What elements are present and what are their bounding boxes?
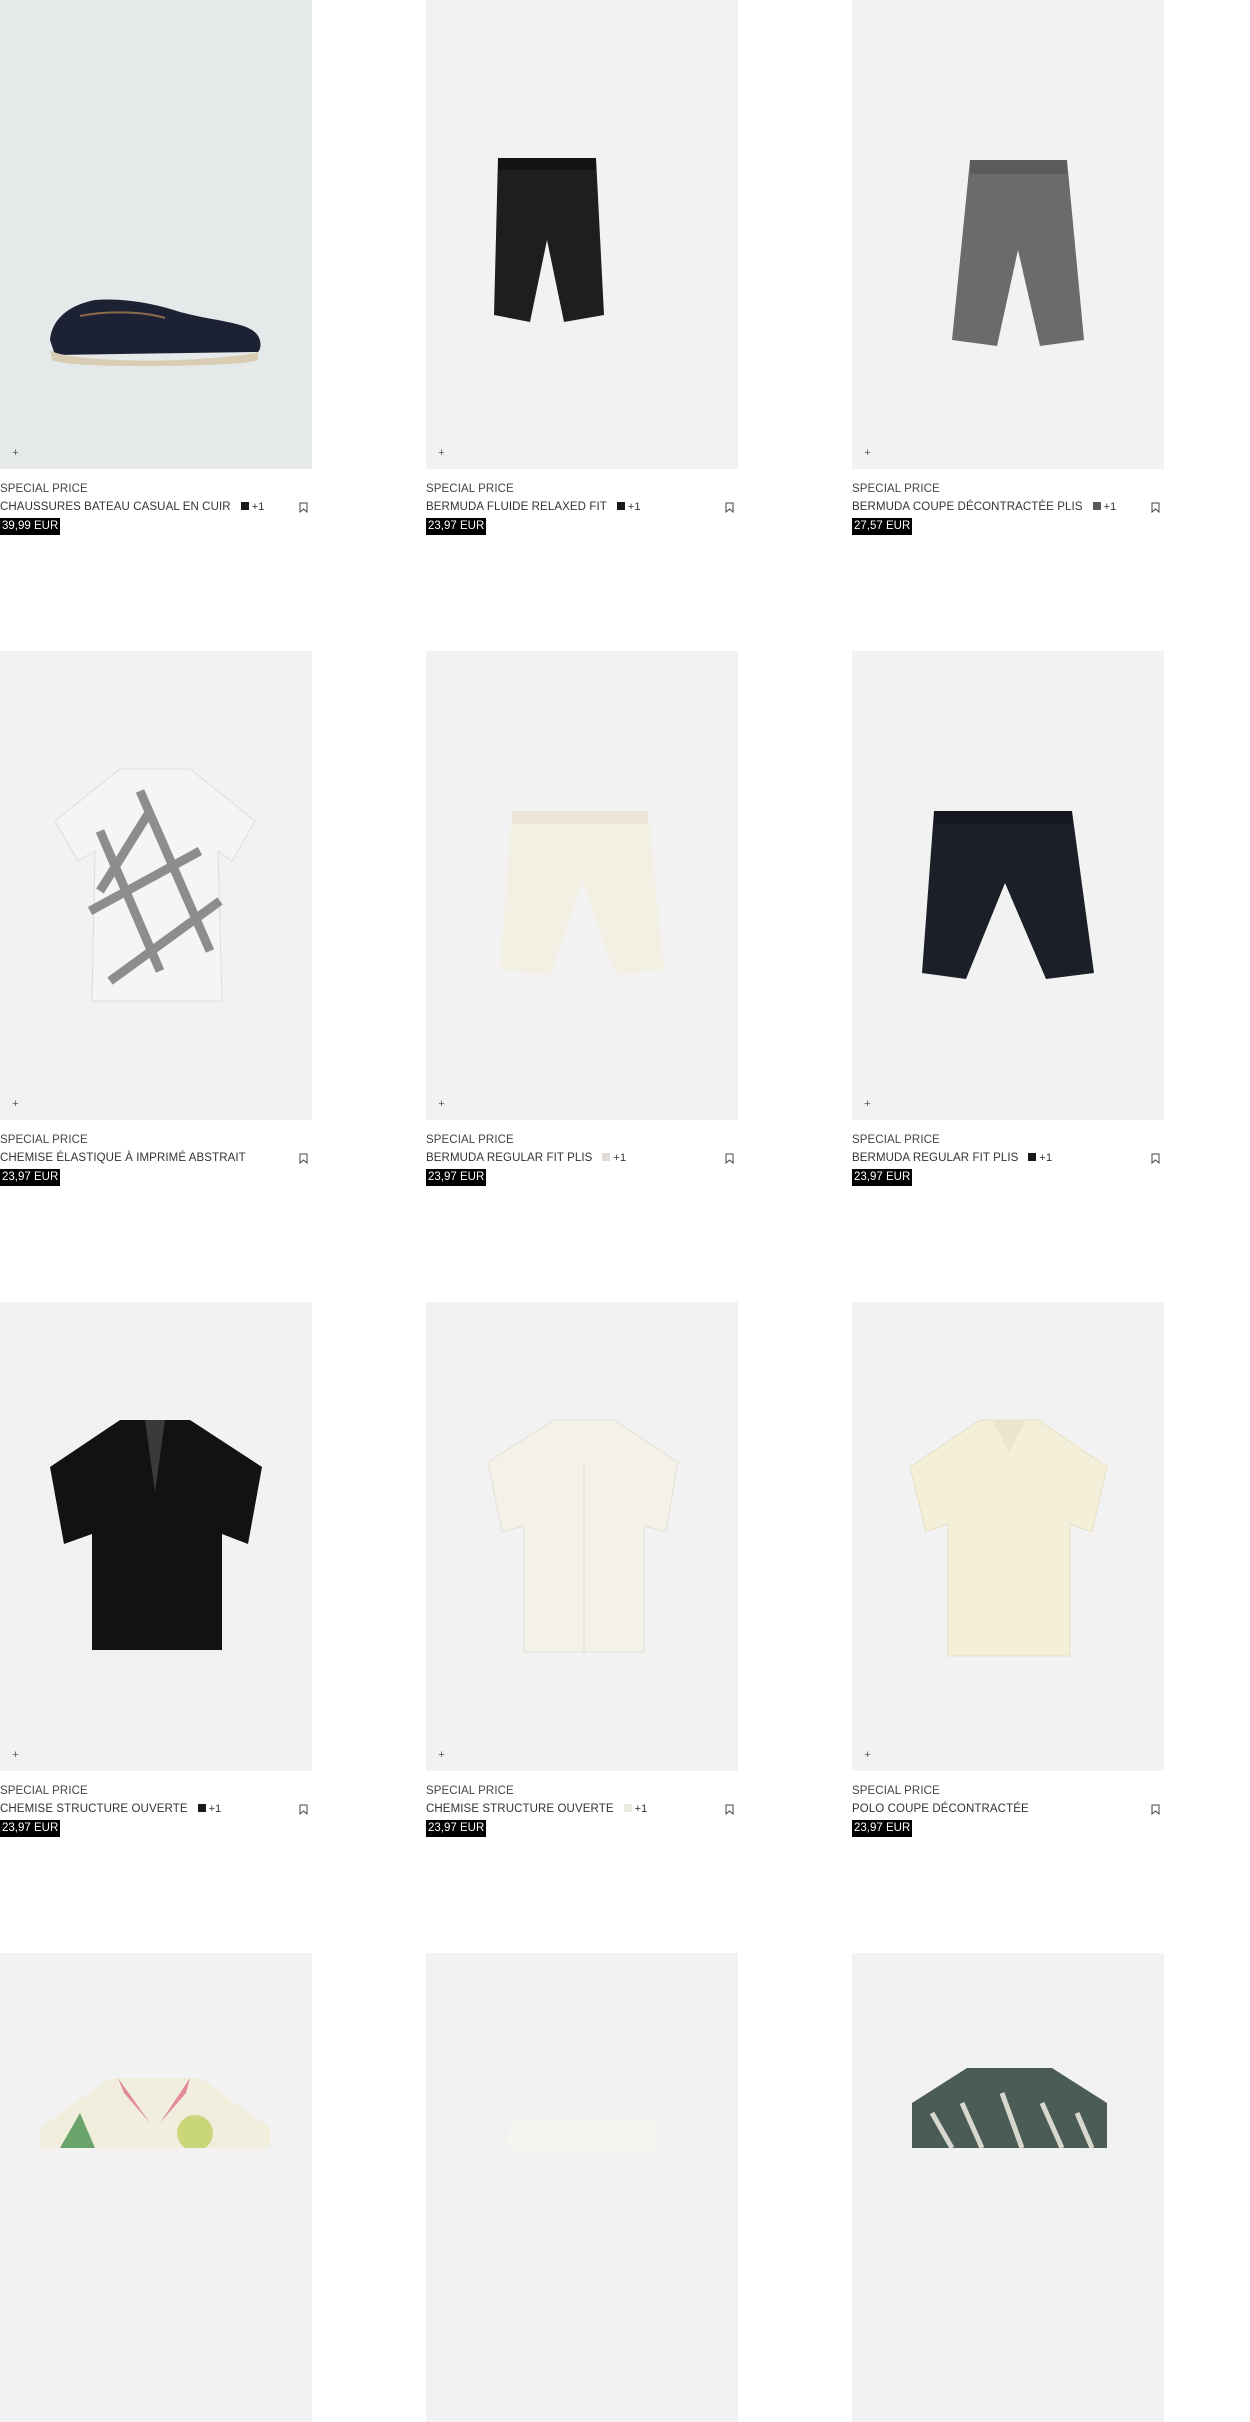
add-icon[interactable]: + (10, 1099, 21, 1110)
color-swatch[interactable] (1028, 1153, 1037, 1161)
bookmark-icon[interactable] (299, 1804, 308, 1815)
product-name[interactable]: POLO COUPE DÉCONTRACTÉE (852, 1803, 1029, 1815)
special-price-label: SPECIAL PRICE (0, 1785, 88, 1797)
price-tag: 23,97 EUR (0, 1820, 61, 1837)
more-colors[interactable]: +1 (209, 1803, 222, 1815)
bookmark-icon[interactable] (1151, 502, 1160, 513)
add-icon[interactable]: + (436, 448, 447, 459)
black-shorts-image[interactable]: + (426, 0, 738, 469)
bookmark-icon[interactable] (725, 1804, 734, 1815)
special-price-label: SPECIAL PRICE (426, 483, 514, 495)
product-name[interactable]: CHEMISE STRUCTURE OUVERTE +1 (426, 1803, 647, 1815)
color-swatch[interactable] (602, 1153, 611, 1161)
special-price-label: SPECIAL PRICE (426, 1134, 514, 1146)
add-icon[interactable]: + (862, 1099, 873, 1110)
bookmark-icon[interactable] (725, 1153, 734, 1164)
special-price-label: SPECIAL PRICE (852, 1134, 940, 1146)
product-name[interactable]: BERMUDA COUPE DÉCONTRACTÉE PLIS +1 (852, 501, 1116, 513)
price-tag: 23,97 EUR (426, 518, 487, 535)
add-icon[interactable]: + (10, 1750, 21, 1761)
more-colors[interactable]: +1 (613, 1152, 626, 1164)
price-tag: 39,99 EUR (0, 518, 61, 535)
price-tag: 23,97 EUR (852, 1820, 913, 1837)
grey-shorts-image[interactable]: + (852, 0, 1164, 469)
color-swatch[interactable] (1092, 502, 1101, 510)
product-name[interactable]: BERMUDA REGULAR FIT PLIS +1 (852, 1152, 1052, 1164)
bookmark-icon[interactable] (299, 1153, 308, 1164)
black-shirt-image[interactable]: + (0, 1302, 312, 1771)
more-colors[interactable]: +1 (1104, 501, 1117, 513)
color-swatch[interactable] (240, 502, 249, 510)
boat-shoe-image[interactable]: + (0, 0, 312, 469)
pattern-shirt-image[interactable] (852, 1953, 1164, 2422)
white-shorts-image[interactable] (426, 1953, 738, 2422)
special-price-label: SPECIAL PRICE (0, 483, 88, 495)
white-shirt-image[interactable]: + (426, 1302, 738, 1771)
polo-image[interactable]: + (852, 1302, 1164, 1771)
bookmark-icon[interactable] (299, 502, 308, 513)
special-price-label: SPECIAL PRICE (426, 1785, 514, 1797)
bookmark-icon[interactable] (725, 502, 734, 513)
special-price-label: SPECIAL PRICE (0, 1134, 88, 1146)
color-swatch[interactable] (197, 1804, 206, 1812)
color-swatch[interactable] (623, 1804, 632, 1812)
price-tag: 23,97 EUR (426, 1820, 487, 1837)
cream-shorts-image[interactable]: + (426, 651, 738, 1120)
product-name[interactable]: CHAUSSURES BATEAU CASUAL EN CUIR +1 (0, 501, 264, 513)
price-tag: 23,97 EUR (852, 1169, 913, 1186)
price-tag: 23,97 EUR (0, 1169, 61, 1186)
more-colors[interactable]: +1 (635, 1803, 648, 1815)
add-icon[interactable]: + (862, 448, 873, 459)
price-tag: 23,97 EUR (426, 1169, 487, 1186)
product-name[interactable]: BERMUDA REGULAR FIT PLIS +1 (426, 1152, 626, 1164)
more-colors[interactable]: +1 (1039, 1152, 1052, 1164)
tropical-shirt-image[interactable] (0, 1953, 312, 2422)
more-colors[interactable]: +1 (252, 501, 265, 513)
add-icon[interactable]: + (436, 1750, 447, 1761)
bookmark-icon[interactable] (1151, 1804, 1160, 1815)
add-icon[interactable]: + (10, 448, 21, 459)
product-name[interactable]: CHEMISE ÉLASTIQUE À IMPRIMÉ ABSTRAIT (0, 1152, 246, 1164)
print-shirt-image[interactable]: + (0, 651, 312, 1120)
navy-shorts-image[interactable]: + (852, 651, 1164, 1120)
add-icon[interactable]: + (862, 1750, 873, 1761)
color-swatch[interactable] (616, 502, 625, 510)
special-price-label: SPECIAL PRICE (852, 483, 940, 495)
add-icon[interactable]: + (436, 1099, 447, 1110)
price-tag: 27,57 EUR (852, 518, 913, 535)
bookmark-icon[interactable] (1151, 1153, 1160, 1164)
product-name[interactable]: CHEMISE STRUCTURE OUVERTE +1 (0, 1803, 221, 1815)
special-price-label: SPECIAL PRICE (852, 1785, 940, 1797)
product-name[interactable]: BERMUDA FLUIDE RELAXED FIT +1 (426, 501, 641, 513)
more-colors[interactable]: +1 (628, 501, 641, 513)
